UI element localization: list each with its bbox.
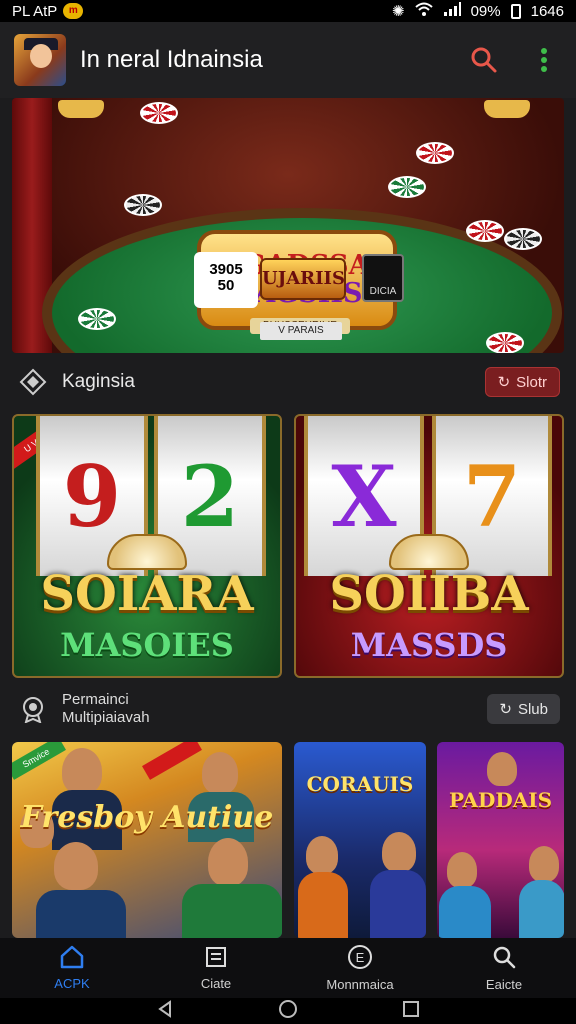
- wifi-icon: [414, 2, 433, 20]
- crown-icon: [107, 534, 187, 570]
- poker-chip: [124, 194, 162, 216]
- slub-filter-label: Slub: [517, 700, 548, 718]
- nav-label-home: ACPK: [54, 976, 90, 991]
- slot-title-2: MASSDS: [350, 626, 508, 664]
- e-circle-icon: E: [347, 944, 373, 973]
- back-icon[interactable]: [156, 999, 174, 1023]
- app-bar: In neral Idnainsia: [0, 22, 576, 98]
- search-icon[interactable]: [470, 46, 498, 74]
- game-tag-red: [142, 742, 202, 780]
- status-time: 1646: [530, 2, 564, 20]
- status-left-text: PL AtP: [12, 2, 58, 20]
- nav-label-e: Monnmaica: [326, 977, 394, 992]
- slot-title-1: SOIIBA: [329, 566, 529, 622]
- game-title: PADDAIS: [448, 788, 553, 812]
- app-title: In neral Idnainsia: [80, 46, 263, 73]
- person-figure: [529, 846, 559, 882]
- slot-title-2: MASOIES: [60, 626, 234, 664]
- search-icon: [491, 944, 517, 973]
- person-figure: [370, 870, 426, 938]
- nav-item-e[interactable]: E Monnmaica: [288, 938, 432, 998]
- poker-chip: [78, 308, 116, 330]
- person-figure: [298, 872, 348, 938]
- poker-chip: [504, 228, 542, 250]
- hero-card: 3905 50: [194, 252, 258, 308]
- status-bar: PL AtP m ✺ 09% 1646: [0, 0, 576, 22]
- section-title-2-line1: Permainci: [62, 691, 129, 708]
- person-figure: [306, 836, 338, 874]
- section-title-2-line2: Multipiaiavah: [62, 709, 150, 726]
- hero-card-text2: 50: [217, 277, 235, 294]
- hero-bottom-plaque: V PARAIS: [260, 322, 342, 340]
- refresh-icon: ↻: [499, 701, 512, 718]
- diamond-icon: [18, 367, 48, 397]
- slub-filter-button[interactable]: ↻ Slub: [487, 694, 560, 724]
- hero-banner[interactable]: INGADSSAL BAGSIIS BUUSCEHRILIE 3905 50 U…: [12, 98, 564, 353]
- game-tile[interactable]: Smvice Fresboy Autiue: [12, 742, 282, 938]
- chip-badge-icon: [18, 694, 48, 724]
- nav-label-search: Eaicte: [485, 977, 523, 992]
- hero-tile: DICIA: [362, 254, 404, 302]
- bottom-nav: ACPK Ciate E Monnmaica Eaicte: [0, 938, 576, 998]
- slot-game-tile[interactable]: X 7 SOIIBA MASSDS: [294, 414, 564, 678]
- person-figure: [62, 748, 102, 794]
- slot-filter-button[interactable]: ↻ Slotr: [484, 367, 560, 397]
- slot-filter-label: Slotr: [516, 373, 547, 391]
- poker-chip: [388, 176, 426, 198]
- list-icon: [203, 945, 229, 972]
- game-tag: Smvice: [12, 742, 66, 780]
- home-circle-icon[interactable]: [278, 999, 298, 1024]
- system-nav-bar: [0, 998, 576, 1024]
- nav-item-home[interactable]: ACPK: [0, 938, 144, 998]
- game-title: Fresboy Autiue: [20, 800, 274, 835]
- nav-item-search[interactable]: Eaicte: [432, 938, 576, 998]
- nav-item-list[interactable]: Ciate: [144, 938, 288, 998]
- lamp-right: [484, 100, 530, 118]
- section-title-1: Kaginsia: [62, 371, 135, 392]
- section-header-2: Permainci Multipiaiavah ↻ Slub: [0, 690, 576, 728]
- person-figure: [182, 884, 282, 938]
- person-figure: [519, 880, 564, 938]
- person-figure: [439, 886, 491, 938]
- slot-game-tile[interactable]: U VINICS 9 2 SOIARA MASOIES: [12, 414, 282, 678]
- person-figure: [54, 842, 98, 890]
- section-header-1: Kaginsia ↻ Slotr: [0, 366, 576, 398]
- poker-chip: [140, 102, 178, 124]
- slot-title-1: SOIARA: [40, 566, 254, 622]
- svg-text:E: E: [356, 950, 365, 965]
- battery-percent: 09%: [470, 2, 501, 20]
- game-title: CORAUIS: [306, 772, 414, 796]
- person-figure: [447, 852, 477, 888]
- logo-face-shape: [30, 44, 52, 68]
- hero-plaque: UJARIIS: [260, 258, 346, 300]
- person-figure: [202, 752, 238, 794]
- game-tile[interactable]: CORAUIS: [294, 742, 426, 938]
- game-tile[interactable]: PADDAIS: [437, 742, 564, 938]
- battery-icon: [510, 3, 521, 19]
- signal-icon: [443, 2, 461, 20]
- lamp-left: [58, 100, 104, 118]
- more-menu-icon[interactable]: [540, 47, 548, 73]
- hero-card-text1: 3905: [209, 261, 243, 278]
- brightness-icon: ✺: [392, 3, 405, 20]
- app-logo[interactable]: [14, 34, 66, 86]
- poker-chip: [466, 220, 504, 242]
- nav-label-list: Ciate: [200, 976, 232, 991]
- crown-icon: [389, 534, 469, 570]
- refresh-icon: ↻: [497, 374, 511, 391]
- person-figure: [208, 838, 248, 886]
- poker-chip: [416, 142, 454, 164]
- screen: PL AtP m ✺ 09% 1646 In neral Idnainsia 3…: [0, 0, 576, 1024]
- person-figure: [487, 752, 517, 786]
- person-figure: [36, 890, 126, 938]
- recents-icon[interactable]: [402, 1000, 420, 1023]
- section-title-2: Permainci Multipiaiavah: [62, 691, 150, 727]
- poker-chip: [486, 332, 524, 353]
- person-figure: [382, 832, 416, 872]
- notification-badge: m: [63, 3, 84, 19]
- home-icon: [59, 945, 85, 972]
